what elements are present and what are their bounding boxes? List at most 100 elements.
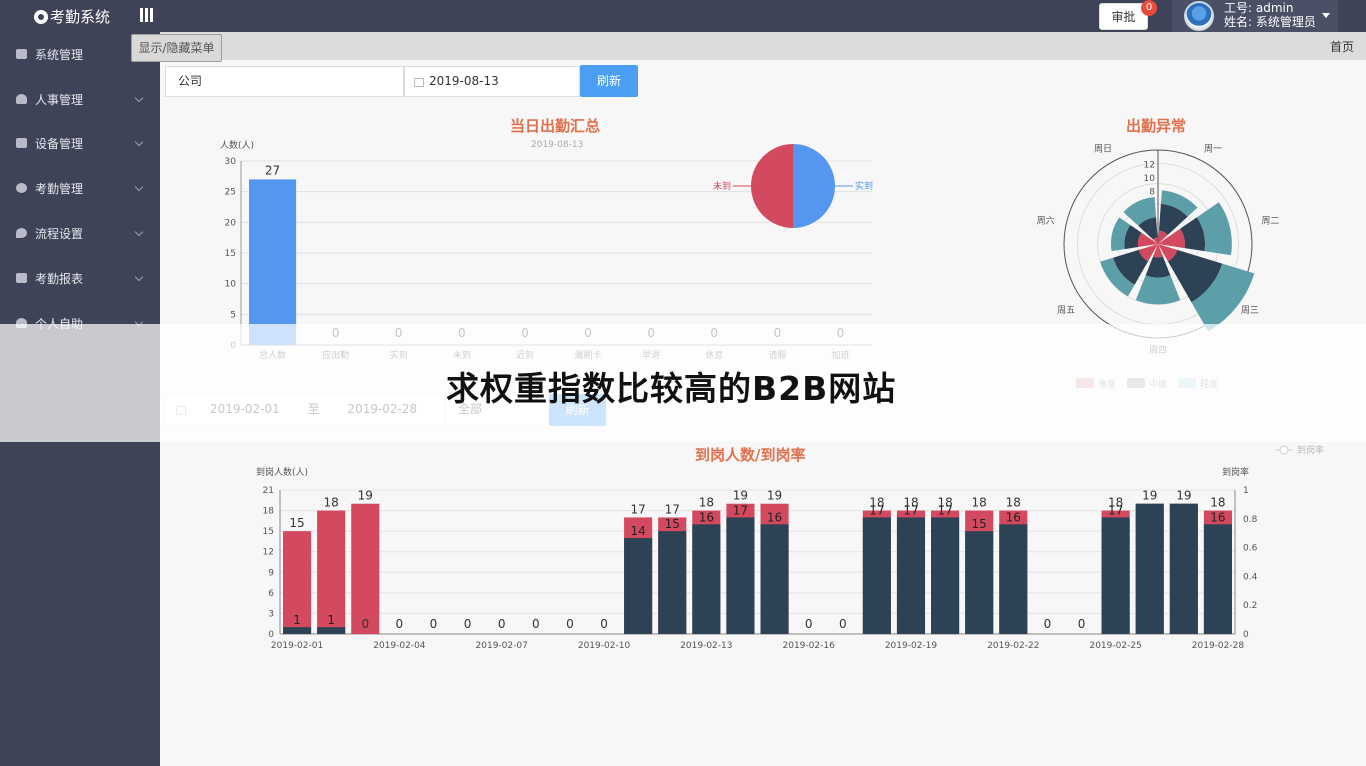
legend-marker [1279,445,1289,455]
total-label: 18 [1006,496,1021,510]
y-tick-label: 15 [225,249,236,259]
y-tick-label: 25 [225,188,236,198]
refresh-button[interactable]: 刷新 [580,65,638,97]
total-label: 0 [498,617,506,631]
y-tick-label: 5 [230,310,236,320]
sidebar-item-flow[interactable]: 流程设置 [0,211,160,255]
total-label: 0 [839,617,847,631]
total-label: 18 [972,496,987,510]
total-label: 0 [600,617,608,631]
sidebar-item-hr[interactable]: 人事管理 [0,77,160,121]
polar-category-label: 周日 [1094,143,1112,154]
bar-present [1169,503,1198,634]
bar-present [624,538,653,634]
y-tick-label: 15 [263,527,274,537]
total-label: 0 [464,617,472,631]
x-tick-label: 2019-02-13 [680,641,732,651]
y2-tick-label: 0.2 [1243,601,1257,611]
app-logo[interactable]: 考勤系统 [34,6,110,27]
y-axis-label: 人数(人) [220,139,254,151]
caret-down-icon [1322,13,1330,18]
user-menu[interactable]: 工号: admin 姓名: 系统管理员 [1172,0,1338,32]
sidebar-item-report[interactable]: 考勤报表 [0,256,160,300]
total-label: 18 [1210,496,1225,510]
x-tick-label: 2019-02-28 [1192,641,1245,651]
bar-present [726,517,755,634]
company-select[interactable]: 公司 [165,66,404,97]
y-tick-label: 3 [268,609,274,619]
y-tick-label: 6 [268,589,274,599]
radius-tick-label: 12 [1144,160,1155,170]
monthly-attendance-chart: 到岗人数(人) 到岗率到岗率03691215182100.20.40.60.811… [256,444,1324,651]
total-label: 0 [805,617,813,631]
present-label: 16 [1210,510,1225,524]
tab-home[interactable]: 首页 [1330,38,1354,55]
bar-present [999,524,1028,634]
present-label: 16 [767,510,782,524]
x-tick-label: 2019-02-10 [578,641,631,651]
total-label: 19 [1142,489,1157,503]
pie-label: 未到 [713,180,731,192]
total-label: 19 [767,489,782,503]
menu-toggle-button[interactable] [140,8,154,22]
bar-present [862,517,891,634]
polar-bar-segment [1135,275,1181,305]
bar-present [1203,524,1232,634]
y-tick-label: 20 [225,218,237,228]
pie-slice [793,144,835,228]
bar [249,179,297,345]
app-title: 考勤系统 [50,8,111,26]
calendar-icon [414,78,424,87]
x-tick-label: 2019-02-22 [987,641,1039,651]
system-icon [16,49,27,59]
bar-present [931,517,960,634]
y-axis-label: 到岗人数(人) [256,466,308,478]
bar-present [1101,517,1130,634]
date-input[interactable]: 2019-08-13 [404,66,580,97]
present-label: 17 [733,503,748,517]
x-tick-label: 2019-02-01 [271,641,323,651]
present-label: 0 [361,617,369,631]
chevron-down-icon [134,182,144,191]
present-label: 14 [630,524,645,538]
sidebar-item-device[interactable]: 设备管理 [0,121,160,165]
abnormal-title: 出勤异常 [1126,117,1187,135]
bar-present [965,531,994,634]
sidebar-item-label: 设备管理 [35,136,84,151]
bar-absent [351,503,380,634]
pie-label: 实到 [855,180,873,192]
github-icon [34,9,48,24]
present-label: 1 [327,613,335,627]
total-label: 17 [630,502,645,516]
present-label: 15 [972,517,987,531]
total-label: 19 [733,489,748,503]
flow-icon [16,228,27,238]
y2-axis-label: 到岗率 [1222,466,1249,478]
polar-category-label: 周一 [1204,143,1222,154]
attendance-pie-chart: 实到 未到 [713,144,873,228]
legend-label: 到岗率 [1297,444,1324,456]
chevron-down-icon [134,272,144,281]
total-label: 0 [396,617,404,631]
y-tick-label: 30 [225,157,237,167]
user-name: 姓名: 系统管理员 [1224,15,1316,29]
total-label: 0 [532,617,540,631]
bar-present [283,627,312,634]
polar-category-label: 周二 [1261,215,1279,226]
hand-icon [16,183,27,193]
x-tick-label: 2019-02-07 [476,641,528,651]
y-tick-label: 12 [263,548,274,558]
avatar [1184,1,1214,31]
total-label: 19 [1176,489,1191,503]
x-tick-label: 2019-02-19 [885,641,938,651]
sidebar-item-attendance[interactable]: 考勤管理 [0,166,160,210]
total-label: 17 [665,502,680,516]
daily-summary-title: 当日出勤汇总 [510,117,601,135]
total-label: 0 [430,617,438,631]
chevron-down-icon [134,137,144,146]
present-label: 17 [869,503,884,517]
sidebar-item-label: 考勤报表 [35,271,84,286]
bar-present [692,524,721,634]
y-tick-label: 9 [268,568,274,578]
present-label: 17 [937,503,952,517]
